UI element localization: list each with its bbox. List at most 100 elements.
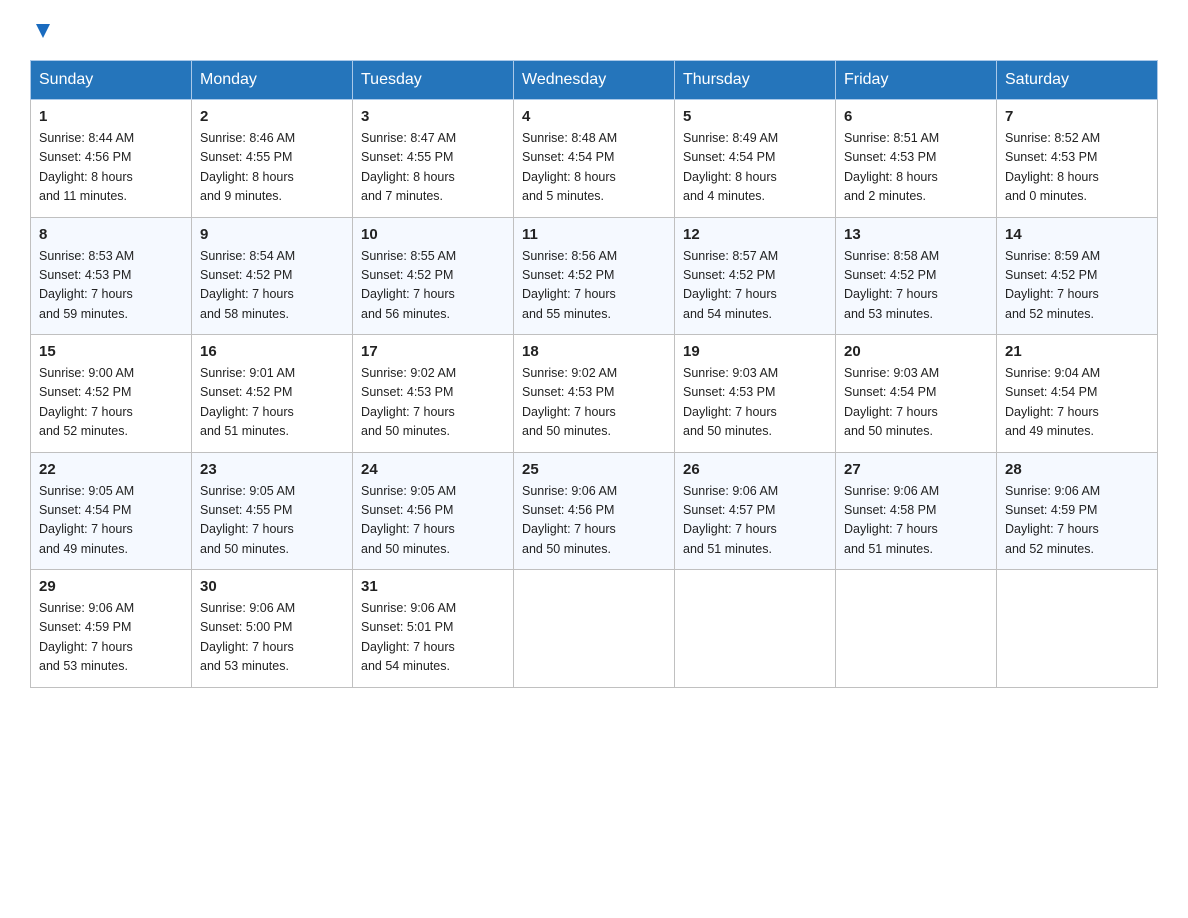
day-number: 18 <box>522 343 666 360</box>
day-number: 31 <box>361 578 505 595</box>
day-number: 17 <box>361 343 505 360</box>
day-number: 2 <box>200 108 344 125</box>
day-info: Sunrise: 8:55 AMSunset: 4:52 PMDaylight:… <box>361 249 456 321</box>
day-info: Sunrise: 9:06 AMSunset: 4:57 PMDaylight:… <box>683 484 778 556</box>
calendar-week-row: 29 Sunrise: 9:06 AMSunset: 4:59 PMDaylig… <box>31 570 1158 688</box>
calendar-cell: 30 Sunrise: 9:06 AMSunset: 5:00 PMDaylig… <box>192 570 353 688</box>
calendar-cell: 3 Sunrise: 8:47 AMSunset: 4:55 PMDayligh… <box>353 100 514 218</box>
day-number: 3 <box>361 108 505 125</box>
day-number: 21 <box>1005 343 1149 360</box>
calendar-cell: 19 Sunrise: 9:03 AMSunset: 4:53 PMDaylig… <box>675 335 836 453</box>
col-header-monday: Monday <box>192 61 353 100</box>
day-number: 27 <box>844 461 988 478</box>
day-info: Sunrise: 9:06 AMSunset: 4:56 PMDaylight:… <box>522 484 617 556</box>
calendar-cell: 12 Sunrise: 8:57 AMSunset: 4:52 PMDaylig… <box>675 217 836 335</box>
day-info: Sunrise: 9:02 AMSunset: 4:53 PMDaylight:… <box>361 366 456 438</box>
col-header-friday: Friday <box>836 61 997 100</box>
day-info: Sunrise: 8:49 AMSunset: 4:54 PMDaylight:… <box>683 131 778 203</box>
calendar-table: SundayMondayTuesdayWednesdayThursdayFrid… <box>30 60 1158 688</box>
col-header-sunday: Sunday <box>31 61 192 100</box>
day-number: 10 <box>361 226 505 243</box>
col-header-thursday: Thursday <box>675 61 836 100</box>
day-number: 7 <box>1005 108 1149 125</box>
day-info: Sunrise: 8:51 AMSunset: 4:53 PMDaylight:… <box>844 131 939 203</box>
logo-arrow-icon <box>32 20 54 42</box>
day-number: 12 <box>683 226 827 243</box>
day-info: Sunrise: 8:47 AMSunset: 4:55 PMDaylight:… <box>361 131 456 203</box>
calendar-cell: 29 Sunrise: 9:06 AMSunset: 4:59 PMDaylig… <box>31 570 192 688</box>
day-number: 20 <box>844 343 988 360</box>
calendar-cell: 14 Sunrise: 8:59 AMSunset: 4:52 PMDaylig… <box>997 217 1158 335</box>
day-number: 14 <box>1005 226 1149 243</box>
day-info: Sunrise: 9:06 AMSunset: 4:58 PMDaylight:… <box>844 484 939 556</box>
day-info: Sunrise: 9:06 AMSunset: 4:59 PMDaylight:… <box>39 601 134 673</box>
day-number: 1 <box>39 108 183 125</box>
day-info: Sunrise: 8:54 AMSunset: 4:52 PMDaylight:… <box>200 249 295 321</box>
page-header <box>30 20 1158 42</box>
day-info: Sunrise: 9:05 AMSunset: 4:55 PMDaylight:… <box>200 484 295 556</box>
day-info: Sunrise: 9:06 AMSunset: 5:01 PMDaylight:… <box>361 601 456 673</box>
day-number: 24 <box>361 461 505 478</box>
calendar-cell: 13 Sunrise: 8:58 AMSunset: 4:52 PMDaylig… <box>836 217 997 335</box>
day-number: 16 <box>200 343 344 360</box>
day-number: 15 <box>39 343 183 360</box>
day-info: Sunrise: 9:05 AMSunset: 4:54 PMDaylight:… <box>39 484 134 556</box>
calendar-cell <box>997 570 1158 688</box>
calendar-cell: 7 Sunrise: 8:52 AMSunset: 4:53 PMDayligh… <box>997 100 1158 218</box>
col-header-tuesday: Tuesday <box>353 61 514 100</box>
day-info: Sunrise: 9:01 AMSunset: 4:52 PMDaylight:… <box>200 366 295 438</box>
calendar-cell: 10 Sunrise: 8:55 AMSunset: 4:52 PMDaylig… <box>353 217 514 335</box>
logo <box>30 20 54 42</box>
day-number: 11 <box>522 226 666 243</box>
day-number: 23 <box>200 461 344 478</box>
calendar-cell: 8 Sunrise: 8:53 AMSunset: 4:53 PMDayligh… <box>31 217 192 335</box>
calendar-cell: 4 Sunrise: 8:48 AMSunset: 4:54 PMDayligh… <box>514 100 675 218</box>
day-number: 29 <box>39 578 183 595</box>
day-info: Sunrise: 8:44 AMSunset: 4:56 PMDaylight:… <box>39 131 134 203</box>
calendar-cell: 26 Sunrise: 9:06 AMSunset: 4:57 PMDaylig… <box>675 452 836 570</box>
col-header-saturday: Saturday <box>997 61 1158 100</box>
calendar-cell: 23 Sunrise: 9:05 AMSunset: 4:55 PMDaylig… <box>192 452 353 570</box>
day-info: Sunrise: 9:00 AMSunset: 4:52 PMDaylight:… <box>39 366 134 438</box>
calendar-cell: 11 Sunrise: 8:56 AMSunset: 4:52 PMDaylig… <box>514 217 675 335</box>
day-info: Sunrise: 8:52 AMSunset: 4:53 PMDaylight:… <box>1005 131 1100 203</box>
calendar-cell: 18 Sunrise: 9:02 AMSunset: 4:53 PMDaylig… <box>514 335 675 453</box>
day-info: Sunrise: 9:06 AMSunset: 5:00 PMDaylight:… <box>200 601 295 673</box>
day-number: 8 <box>39 226 183 243</box>
calendar-cell: 9 Sunrise: 8:54 AMSunset: 4:52 PMDayligh… <box>192 217 353 335</box>
calendar-week-row: 15 Sunrise: 9:00 AMSunset: 4:52 PMDaylig… <box>31 335 1158 453</box>
day-number: 4 <box>522 108 666 125</box>
calendar-cell: 24 Sunrise: 9:05 AMSunset: 4:56 PMDaylig… <box>353 452 514 570</box>
calendar-cell: 2 Sunrise: 8:46 AMSunset: 4:55 PMDayligh… <box>192 100 353 218</box>
day-number: 22 <box>39 461 183 478</box>
calendar-cell <box>675 570 836 688</box>
calendar-cell: 15 Sunrise: 9:00 AMSunset: 4:52 PMDaylig… <box>31 335 192 453</box>
day-number: 26 <box>683 461 827 478</box>
calendar-week-row: 1 Sunrise: 8:44 AMSunset: 4:56 PMDayligh… <box>31 100 1158 218</box>
calendar-cell: 5 Sunrise: 8:49 AMSunset: 4:54 PMDayligh… <box>675 100 836 218</box>
day-info: Sunrise: 8:53 AMSunset: 4:53 PMDaylight:… <box>39 249 134 321</box>
day-info: Sunrise: 8:57 AMSunset: 4:52 PMDaylight:… <box>683 249 778 321</box>
calendar-cell: 22 Sunrise: 9:05 AMSunset: 4:54 PMDaylig… <box>31 452 192 570</box>
day-number: 30 <box>200 578 344 595</box>
calendar-cell: 1 Sunrise: 8:44 AMSunset: 4:56 PMDayligh… <box>31 100 192 218</box>
day-number: 5 <box>683 108 827 125</box>
calendar-cell: 28 Sunrise: 9:06 AMSunset: 4:59 PMDaylig… <box>997 452 1158 570</box>
day-number: 25 <box>522 461 666 478</box>
day-info: Sunrise: 8:48 AMSunset: 4:54 PMDaylight:… <box>522 131 617 203</box>
day-info: Sunrise: 8:46 AMSunset: 4:55 PMDaylight:… <box>200 131 295 203</box>
day-number: 6 <box>844 108 988 125</box>
calendar-cell <box>514 570 675 688</box>
day-info: Sunrise: 9:04 AMSunset: 4:54 PMDaylight:… <box>1005 366 1100 438</box>
col-header-wednesday: Wednesday <box>514 61 675 100</box>
calendar-cell: 17 Sunrise: 9:02 AMSunset: 4:53 PMDaylig… <box>353 335 514 453</box>
day-number: 13 <box>844 226 988 243</box>
day-info: Sunrise: 9:02 AMSunset: 4:53 PMDaylight:… <box>522 366 617 438</box>
day-number: 19 <box>683 343 827 360</box>
calendar-header-row: SundayMondayTuesdayWednesdayThursdayFrid… <box>31 61 1158 100</box>
calendar-cell: 6 Sunrise: 8:51 AMSunset: 4:53 PMDayligh… <box>836 100 997 218</box>
calendar-cell: 21 Sunrise: 9:04 AMSunset: 4:54 PMDaylig… <box>997 335 1158 453</box>
day-info: Sunrise: 9:03 AMSunset: 4:54 PMDaylight:… <box>844 366 939 438</box>
calendar-week-row: 22 Sunrise: 9:05 AMSunset: 4:54 PMDaylig… <box>31 452 1158 570</box>
day-info: Sunrise: 9:06 AMSunset: 4:59 PMDaylight:… <box>1005 484 1100 556</box>
